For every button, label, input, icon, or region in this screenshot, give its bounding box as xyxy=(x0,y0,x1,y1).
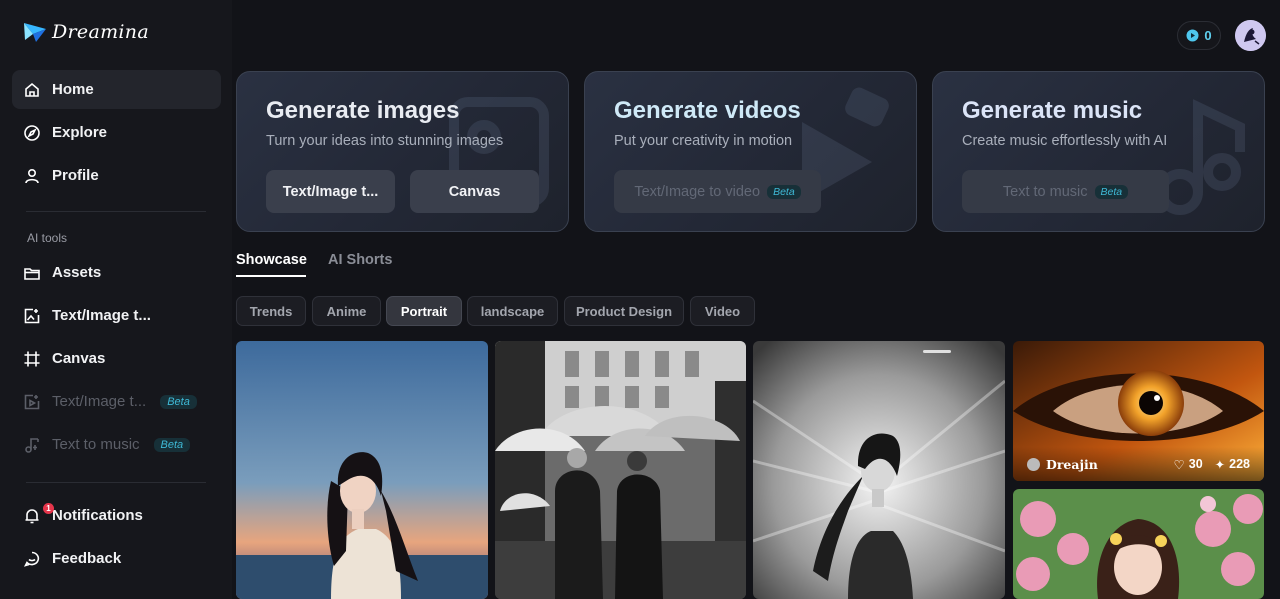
remix-count: 228 xyxy=(1229,457,1250,471)
text-to-music-button[interactable]: Text to music Beta xyxy=(962,170,1169,213)
gallery-image xyxy=(236,341,488,599)
sparkle-icon: ✦ xyxy=(1214,457,1226,472)
card-subtitle: Put your creativity in motion xyxy=(614,133,793,149)
user-icon xyxy=(23,167,41,185)
tile-meta-bar: Dreajin ♡ 30 ✦ 228 xyxy=(1013,447,1264,481)
filter-chip-portrait[interactable]: Portrait xyxy=(386,296,462,326)
card-title: Generate images xyxy=(266,97,460,124)
text-image-to-video-button[interactable]: Text/Image to video Beta xyxy=(614,170,821,213)
tab-ai-shorts[interactable]: AI Shorts xyxy=(328,252,392,268)
active-tab-indicator xyxy=(236,275,306,277)
sidebar-item-text-image-to-image[interactable]: Text/Image t... xyxy=(12,296,221,335)
sidebar-item-assets[interactable]: Assets xyxy=(12,253,221,292)
filter-chip-product-design[interactable]: Product Design xyxy=(564,296,684,326)
tile-author[interactable]: Dreajin xyxy=(1027,457,1162,472)
gallery-tile-motion-portrait[interactable] xyxy=(753,341,1005,599)
video-edit-icon xyxy=(23,393,41,411)
sidebar-item-feedback[interactable]: Feedback xyxy=(12,539,221,578)
gallery-image xyxy=(753,341,1005,599)
filter-chip-video[interactable]: Video xyxy=(690,296,755,326)
sidebar-item-profile[interactable]: Profile xyxy=(12,156,221,195)
sidebar-item-text-to-music[interactable]: Text to music Beta xyxy=(12,425,221,464)
gallery-image xyxy=(1013,489,1264,599)
tab-showcase[interactable]: Showcase xyxy=(236,252,307,268)
button-label: Text to music xyxy=(1002,183,1088,200)
beta-badge: Beta xyxy=(767,184,801,199)
gallery-tile-umbrella-street[interactable] xyxy=(495,341,746,599)
sidebar-item-explore[interactable]: Explore xyxy=(12,113,221,152)
sidebar-item-label: Home xyxy=(52,81,94,98)
sidebar-item-label: Canvas xyxy=(52,350,106,367)
compass-icon xyxy=(23,124,41,142)
feedback-icon xyxy=(23,550,41,568)
app-name: Dreamina xyxy=(52,21,149,43)
sidebar-divider xyxy=(26,211,206,212)
text-image-to-image-button[interactable]: Text/Image t... xyxy=(266,170,395,213)
sidebar-item-canvas[interactable]: Canvas xyxy=(12,339,221,378)
sidebar-section-label: AI tools xyxy=(27,231,68,245)
generate-videos-card[interactable]: Generate videos Put your creativity in m… xyxy=(584,71,917,232)
button-label: Text/Image to video xyxy=(634,183,761,200)
folder-icon xyxy=(23,264,41,282)
music-note-icon xyxy=(23,436,41,454)
beta-badge: Beta xyxy=(160,394,197,409)
gallery-tile-fiery-eye[interactable]: Dreajin ♡ 30 ✦ 228 xyxy=(1013,341,1264,481)
author-avatar xyxy=(1027,457,1040,471)
sidebar-item-label: Profile xyxy=(52,167,99,184)
canvas-icon xyxy=(23,350,41,368)
dreamina-logo-icon xyxy=(24,23,46,42)
credit-coin-icon xyxy=(1186,29,1199,42)
beta-badge: Beta xyxy=(1094,184,1129,199)
sidebar-item-label: Text to music xyxy=(52,436,140,453)
generate-music-card[interactable]: Generate music Create music effortlessly… xyxy=(932,71,1265,232)
app-logo[interactable]: Dreamina xyxy=(22,20,149,44)
credits-button[interactable]: 0 xyxy=(1177,21,1221,50)
sidebar-item-label: Feedback xyxy=(52,550,122,567)
canvas-button[interactable]: Canvas xyxy=(410,170,539,213)
sidebar-divider xyxy=(26,482,206,483)
sidebar-item-label: Text/Image t... xyxy=(52,307,151,324)
filter-chip-anime[interactable]: Anime xyxy=(312,296,381,326)
sidebar-item-label: Explore xyxy=(52,124,108,141)
sidebar-item-text-image-to-video[interactable]: Text/Image t... Beta xyxy=(12,382,221,421)
heart-icon: ♡ xyxy=(1173,457,1185,472)
sidebar-item-label: Text/Image t... xyxy=(52,393,147,410)
sidebar-item-label: Assets xyxy=(52,264,102,281)
sidebar: Dreamina Home Explore Profile AI tools A… xyxy=(0,0,232,599)
gallery-tile-beach-portrait[interactable] xyxy=(236,341,488,599)
card-title: Generate videos xyxy=(614,97,801,124)
remix-stat[interactable]: ✦ 228 xyxy=(1215,457,1250,472)
beta-badge: Beta xyxy=(153,437,191,452)
generate-images-card[interactable]: Generate images Turn your ideas into stu… xyxy=(236,71,569,232)
sidebar-item-label: Notifications xyxy=(52,507,143,524)
card-title: Generate music xyxy=(962,97,1143,124)
card-subtitle: Create music effortlessly with AI xyxy=(962,133,1168,149)
sidebar-item-home[interactable]: Home xyxy=(12,70,221,109)
bell-icon: 1 xyxy=(23,502,54,525)
filter-chip-trends[interactable]: Trends xyxy=(236,296,306,326)
home-icon xyxy=(23,81,41,99)
like-count: 30 xyxy=(1188,457,1203,471)
filter-chip-landscape[interactable]: landscape xyxy=(467,296,558,326)
credits-count: 0 xyxy=(1204,28,1212,43)
image-edit-icon xyxy=(23,307,41,325)
sidebar-item-notifications[interactable]: 1 Notifications xyxy=(12,496,221,535)
gallery-tile-flower-portrait[interactable] xyxy=(1013,489,1264,599)
like-stat[interactable]: ♡ 30 xyxy=(1174,457,1203,472)
author-name: Dreajin xyxy=(1046,456,1098,472)
avatar[interactable] xyxy=(1235,20,1266,51)
notification-count-badge: 1 xyxy=(43,502,54,514)
card-subtitle: Turn your ideas into stunning images xyxy=(266,133,504,149)
gallery-image xyxy=(495,341,746,599)
